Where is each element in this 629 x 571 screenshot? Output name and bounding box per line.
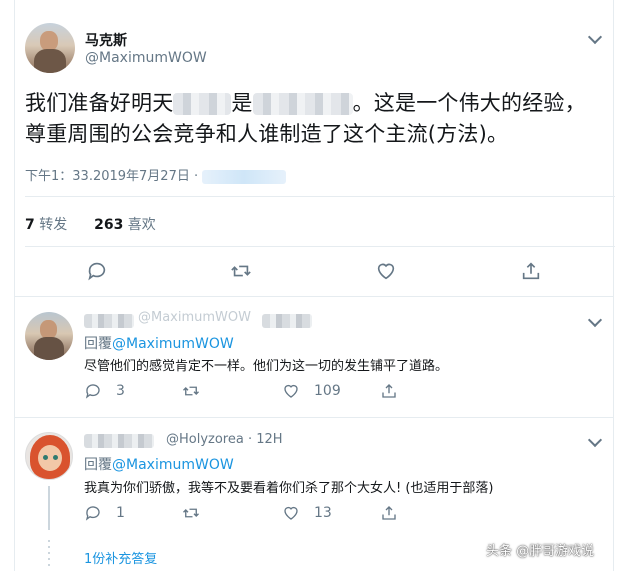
likes-label[interactable]: 喜欢 [128, 217, 156, 233]
retweet-icon [183, 386, 199, 396]
like-button[interactable]: 109 [282, 382, 341, 400]
like-icon [284, 506, 298, 520]
retweet-icon [231, 265, 251, 277]
thread-line [48, 486, 50, 530]
reply-to-line: 回覆@MaximumWOW [84, 333, 234, 353]
blurred-name [262, 314, 312, 328]
tweet-text: 我们准备好明天 是 。这是一个伟大的经验， 尊重周围的公会竞争和人谁制造了这个主流(… [25, 88, 605, 150]
reply-handle[interactable]: @MaximumWOW [138, 310, 251, 325]
tweet-text-part: 是 [231, 91, 253, 115]
reply-to-line: 回覆@MaximumWOW [84, 454, 234, 474]
retweets-count[interactable]: 7 [25, 217, 35, 233]
reply-icon [88, 262, 106, 281]
share-icon [522, 262, 540, 280]
more-replies-link[interactable]: 1份补充答复 [84, 548, 157, 567]
divider [25, 196, 615, 197]
tweet-text-part: 我们准备好明天 [25, 91, 174, 115]
reply-handle[interactable]: @Holyzorea · 12H [166, 432, 283, 447]
timestamp-text[interactable]: 下午1：33.2019年7月27日 · [25, 169, 198, 184]
author-handle[interactable]: @MaximumWOW [85, 50, 207, 66]
retweet-button[interactable] [182, 382, 200, 400]
reply-button[interactable] [86, 260, 108, 282]
retweet-button[interactable] [182, 504, 200, 522]
divider [14, 417, 614, 418]
retweet-button[interactable] [230, 260, 252, 282]
thread-dots [48, 540, 50, 568]
reply-avatar[interactable] [25, 432, 73, 480]
blurred-text [173, 93, 232, 115]
reply-to-mention[interactable]: @MaximumWOW [112, 336, 234, 352]
author-avatar[interactable] [25, 23, 75, 73]
like-icon [284, 384, 298, 398]
reply-to-prefix: 回覆 [84, 457, 112, 473]
reply-button[interactable]: 1 [84, 504, 125, 522]
like-icon [377, 263, 395, 280]
blurred-text [252, 93, 353, 115]
blurred-name [84, 434, 154, 448]
watermark: 头条 @胖哥游戏说 [486, 544, 595, 559]
share-button[interactable] [520, 260, 542, 282]
blurred-name [84, 314, 134, 328]
tweet-timestamp[interactable]: 下午1：33.2019年7月27日 · [25, 165, 287, 184]
retweets-label[interactable]: 转发 [39, 217, 67, 233]
retweet-icon [183, 508, 199, 518]
reply-avatar[interactable] [25, 312, 73, 360]
author-display-name[interactable]: 马克斯 [85, 30, 127, 50]
blurred-source [202, 169, 287, 184]
reply-to-mention[interactable]: @MaximumWOW [112, 457, 234, 473]
share-button[interactable] [380, 504, 398, 522]
reply-to-prefix: 回覆 [84, 336, 112, 352]
like-count: 109 [314, 383, 341, 399]
reply-text: 尽管他们的感觉肯定不一样。他们为这一切的发生铺平了道路。 [84, 359, 449, 374]
share-button[interactable] [380, 382, 398, 400]
like-button[interactable]: 13 [282, 504, 332, 522]
share-icon [382, 384, 396, 398]
reply-icon [85, 506, 100, 521]
tweet-text-line2: 尊重周围的公会竞争和人谁制造了这个主流(方法)。 [25, 122, 509, 146]
reply-count: 3 [116, 383, 125, 399]
reply-icon [85, 384, 100, 399]
tweet-stats: 7 转发 263 喜欢 [25, 214, 156, 234]
share-icon [382, 506, 396, 520]
reply-text: 我真为你们骄傲，我等不及要看着你们杀了那个大女人! (也适用于部落) [84, 481, 494, 496]
like-button[interactable] [375, 260, 397, 282]
likes-count[interactable]: 263 [94, 217, 123, 233]
reply-button[interactable]: 3 [84, 382, 125, 400]
divider [14, 296, 614, 297]
reply-count: 1 [116, 505, 125, 521]
tweet-text-part: 。这是一个伟大的经验， [352, 91, 586, 115]
divider [25, 246, 615, 247]
like-count: 13 [314, 505, 332, 521]
